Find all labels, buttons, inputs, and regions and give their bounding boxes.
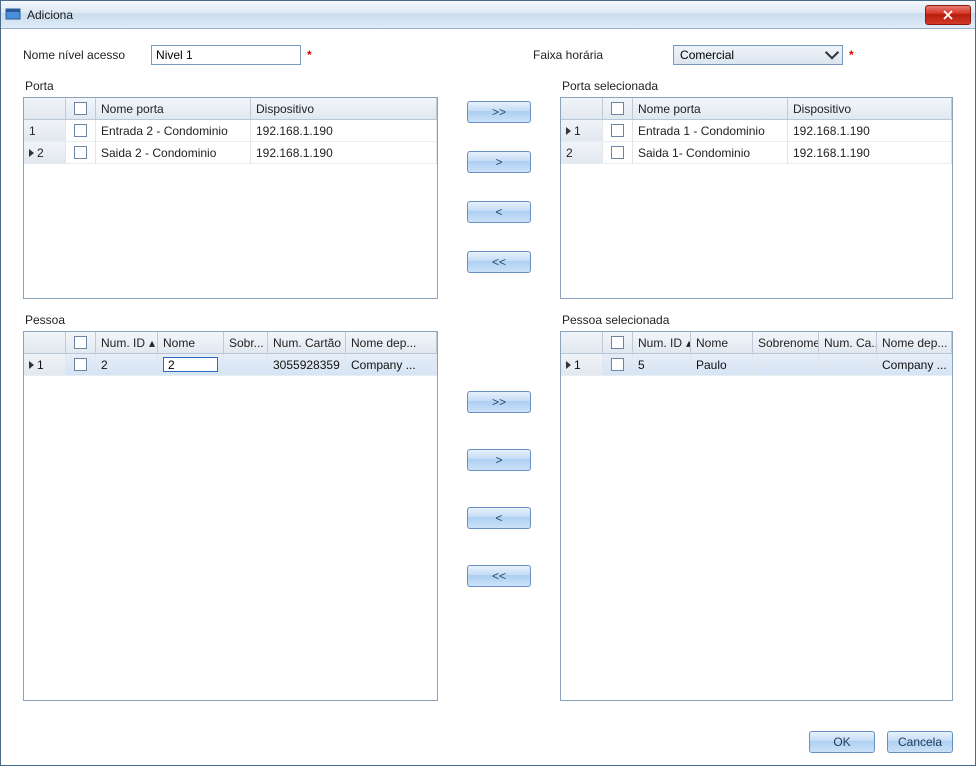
close-button[interactable] bbox=[925, 5, 971, 25]
porta-move-one-left[interactable]: < bbox=[467, 201, 531, 223]
cell-nome-porta: Entrada 1 - Condominio bbox=[633, 120, 788, 141]
cell-sobrenome bbox=[753, 354, 819, 375]
faixa-horaria-value: Comercial bbox=[680, 48, 824, 62]
label-faixa-horaria: Faixa horária bbox=[533, 48, 603, 62]
cell-numca bbox=[819, 354, 877, 375]
col-nome-porta[interactable]: Nome porta bbox=[96, 98, 251, 119]
col-numcartao[interactable]: Num. Cartão bbox=[268, 332, 346, 353]
titlebar[interactable]: Adiciona bbox=[1, 1, 975, 29]
cell-nomedep: Company ... bbox=[877, 354, 952, 375]
cell-numid: 5 bbox=[633, 354, 691, 375]
cell-dispositivo: 192.168.1.190 bbox=[251, 142, 437, 163]
cell-dispositivo: 192.168.1.190 bbox=[788, 120, 952, 141]
row-checkbox[interactable] bbox=[74, 146, 87, 159]
cell-sobr bbox=[224, 354, 268, 375]
label-nome-nivel: Nome nível acesso bbox=[23, 48, 125, 62]
table-row[interactable]: 1 Entrada 1 - Condominio 192.168.1.190 bbox=[561, 120, 952, 142]
col-numid[interactable]: Num. ID▴ bbox=[633, 332, 691, 353]
cell-nomedep: Company ... bbox=[346, 354, 437, 375]
col-nome-porta[interactable]: Nome porta bbox=[633, 98, 788, 119]
porta-move-one-right[interactable]: > bbox=[467, 151, 531, 173]
cancel-button[interactable]: Cancela bbox=[887, 731, 953, 753]
faixa-horaria-select[interactable]: Comercial bbox=[673, 45, 843, 65]
porta-sel-grid: Nome porta Dispositivo 1 Entrada 1 - Con… bbox=[560, 97, 953, 299]
row-header[interactable]: 2 bbox=[24, 142, 66, 163]
pessoa-grid: Num. ID▴ Nome Sobr... Num. Cartão Nome d… bbox=[23, 331, 438, 701]
porta-header-checkbox[interactable] bbox=[74, 102, 87, 115]
row-header[interactable]: 1 bbox=[24, 120, 66, 141]
cell-nome-porta: Saida 1- Condominio bbox=[633, 142, 788, 163]
table-row[interactable]: 2 Saida 1- Condominio 192.168.1.190 bbox=[561, 142, 952, 164]
chevron-down-icon bbox=[824, 47, 840, 63]
col-nome[interactable]: Nome bbox=[691, 332, 753, 353]
pessoa-sel-header-checkbox[interactable] bbox=[611, 336, 624, 349]
porta-move-all-right[interactable]: >> bbox=[467, 101, 531, 123]
cell-nome-edit[interactable] bbox=[158, 354, 224, 375]
app-icon bbox=[5, 7, 21, 23]
ok-button[interactable]: OK bbox=[809, 731, 875, 753]
cell-dispositivo: 192.168.1.190 bbox=[251, 120, 437, 141]
window-title: Adiciona bbox=[27, 8, 73, 22]
col-numid[interactable]: Num. ID▴ bbox=[96, 332, 158, 353]
porta-move-all-left[interactable]: << bbox=[467, 251, 531, 273]
pessoa-move-one-right[interactable]: > bbox=[467, 449, 531, 471]
sort-asc-icon: ▴ bbox=[149, 336, 155, 350]
col-nomedep[interactable]: Nome dep... bbox=[346, 332, 437, 353]
porta-sel-header-checkbox[interactable] bbox=[611, 102, 624, 115]
cell-numid: 2 bbox=[96, 354, 158, 375]
row-checkbox[interactable] bbox=[611, 124, 624, 137]
table-row[interactable]: 1 5 Paulo Company ... bbox=[561, 354, 952, 376]
label-pessoa-sel: Pessoa selecionada bbox=[562, 313, 953, 327]
col-nome[interactable]: Nome bbox=[158, 332, 224, 353]
pessoa-sel-grid: Num. ID▴ Nome Sobrenome Num. Ca... Nome … bbox=[560, 331, 953, 701]
label-pessoa: Pessoa bbox=[25, 313, 438, 327]
table-row[interactable]: 1 2 3055928359 Company ... bbox=[24, 354, 437, 376]
required-mark: * bbox=[849, 48, 854, 62]
cell-numcartao: 3055928359 bbox=[268, 354, 346, 375]
pessoa-move-one-left[interactable]: < bbox=[467, 507, 531, 529]
dialog-content: Nome nível acesso * Faixa horária Comerc… bbox=[1, 29, 975, 765]
nome-nivel-input[interactable] bbox=[151, 45, 301, 65]
cell-nome-porta: Saida 2 - Condominio bbox=[96, 142, 251, 163]
label-porta-sel: Porta selecionada bbox=[562, 79, 953, 93]
row-header[interactable]: 1 bbox=[561, 120, 603, 141]
cell-dispositivo: 192.168.1.190 bbox=[788, 142, 952, 163]
row-header[interactable]: 1 bbox=[561, 354, 603, 375]
row-header[interactable]: 2 bbox=[561, 142, 603, 163]
pessoa-move-all-right[interactable]: >> bbox=[467, 391, 531, 413]
table-row[interactable]: 2 Saida 2 - Condominio 192.168.1.190 bbox=[24, 142, 437, 164]
dialog-window: Adiciona Nome nível acesso * Faixa horár… bbox=[0, 0, 976, 766]
cell-nome-porta: Entrada 2 - Condominio bbox=[96, 120, 251, 141]
row-checkbox[interactable] bbox=[74, 358, 87, 371]
nome-edit-input[interactable] bbox=[163, 357, 218, 372]
required-mark: * bbox=[307, 48, 312, 62]
col-sobr[interactable]: Sobr... bbox=[224, 332, 268, 353]
pessoa-header-checkbox[interactable] bbox=[74, 336, 87, 349]
table-row[interactable]: 1 Entrada 2 - Condominio 192.168.1.190 bbox=[24, 120, 437, 142]
cell-nome: Paulo bbox=[691, 354, 753, 375]
col-nomedep[interactable]: Nome dep... bbox=[877, 332, 952, 353]
row-header[interactable]: 1 bbox=[24, 354, 66, 375]
col-dispositivo[interactable]: Dispositivo bbox=[251, 98, 437, 119]
row-checkbox[interactable] bbox=[74, 124, 87, 137]
porta-grid: Nome porta Dispositivo 1 Entrada 2 - Con… bbox=[23, 97, 438, 299]
row-checkbox[interactable] bbox=[611, 358, 624, 371]
pessoa-move-all-left[interactable]: << bbox=[467, 565, 531, 587]
col-sobrenome[interactable]: Sobrenome bbox=[753, 332, 819, 353]
col-dispositivo[interactable]: Dispositivo bbox=[788, 98, 952, 119]
row-checkbox[interactable] bbox=[611, 146, 624, 159]
col-numca[interactable]: Num. Ca... bbox=[819, 332, 877, 353]
label-porta: Porta bbox=[25, 79, 438, 93]
